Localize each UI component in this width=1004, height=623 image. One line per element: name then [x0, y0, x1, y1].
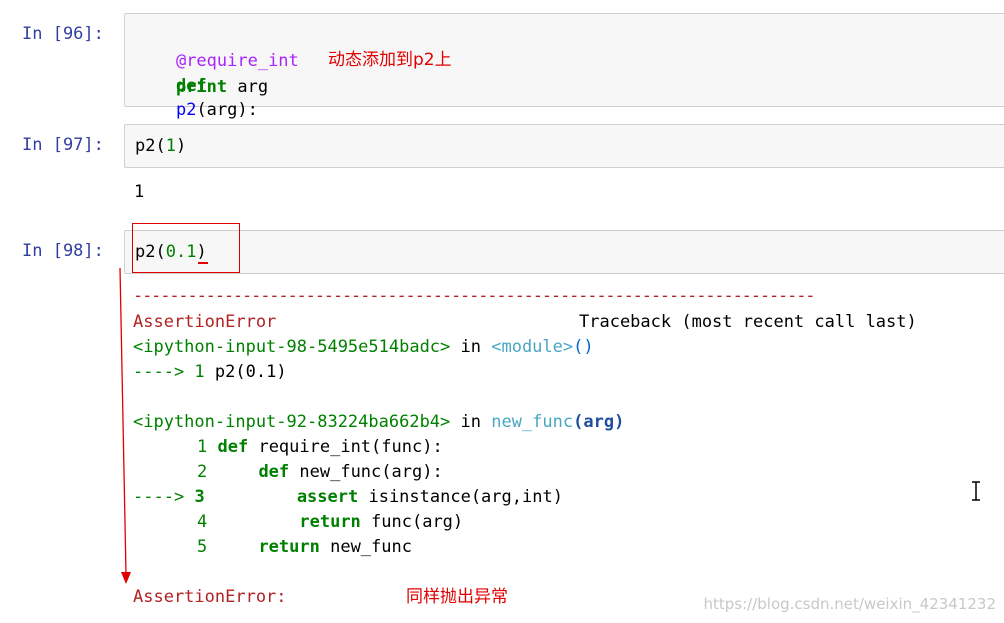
output-97: 1	[134, 182, 145, 202]
frame-2-line-5: 5 return new_func	[197, 535, 412, 559]
line-number: 5	[197, 537, 208, 557]
keyword: assert	[296, 487, 359, 507]
traceback-separator: ----------------------------------------…	[133, 286, 816, 306]
frame-2-line-2: 2 def new_func(arg):	[197, 460, 443, 484]
code-line: print arg	[135, 75, 268, 99]
function-args: (arg):	[196, 100, 258, 120]
keyword-print: print	[175, 77, 228, 97]
prompt-cell-98: In [98]:	[22, 241, 104, 261]
line-number: 3	[194, 487, 205, 507]
prompt-cell-97: In [97]:	[22, 135, 104, 155]
code-cell-97[interactable]: p2(1)	[124, 124, 1004, 168]
frame-2-line-1: 1 def require_int(func):	[197, 435, 443, 459]
frame-func: <module>	[491, 337, 574, 357]
code-line: p2(1)	[135, 134, 186, 158]
frame-1-line: ----> 1 p2(0.1)	[133, 360, 287, 384]
i-beam-cursor-icon	[972, 481, 980, 501]
line-code: p2(0.1)	[214, 362, 287, 382]
annotation-arrow-icon	[119, 267, 131, 584]
frame-2: <ipython-input-92-83224ba662b4> in new_f…	[133, 410, 624, 434]
keyword: def	[217, 437, 249, 457]
line-number: 2	[197, 462, 208, 482]
line-number: 4	[197, 512, 208, 532]
call-fn: p2	[135, 136, 156, 156]
frame-1: <ipython-input-98-5495e514badc> in <modu…	[133, 335, 594, 359]
frame-args: (arg)	[573, 412, 625, 432]
frame-source: <ipython-input-98-5495e514badc>	[133, 337, 451, 357]
frame-source: <ipython-input-92-83224ba662b4>	[133, 412, 451, 432]
frame-2-line-4: 4 return func(arg)	[197, 510, 463, 534]
paren-open: (	[155, 136, 166, 156]
function-name: p2	[175, 100, 197, 120]
keyword: return	[299, 512, 361, 532]
code-cell-98[interactable]: p2(0.1)	[124, 230, 1004, 274]
line-number: 1	[184, 362, 215, 382]
error-type: AssertionError	[133, 312, 277, 332]
code-cell-96[interactable]: @require_int def p2(arg): print arg	[124, 13, 1004, 120]
text-cursor-underline	[198, 262, 208, 264]
paren-close: )	[175, 136, 187, 156]
line-code: require_int(func):	[248, 437, 443, 457]
frame-func: new_func	[491, 412, 574, 432]
frame-2-line-3: ----> 3 assert isinstance(arg,int)	[133, 485, 563, 509]
current-line-arrow: ---->	[133, 487, 185, 507]
frame-in: in	[450, 337, 492, 357]
print-arg: arg	[227, 77, 269, 97]
annotation-exception: 同样抛出异常	[406, 587, 508, 607]
keyword: def	[258, 462, 290, 482]
line-code: new_func	[319, 537, 412, 557]
annotation-dynamic-add: 动态添加到p2上	[328, 50, 452, 70]
line-code: isinstance(arg,int)	[358, 487, 563, 507]
prompt-cell-96: In [96]:	[22, 24, 104, 44]
watermark: https://blog.csdn.net/weixin_42341232	[703, 595, 996, 613]
final-error: AssertionError:	[133, 587, 287, 607]
line-code: func(arg)	[360, 512, 464, 532]
frame-in: in	[450, 412, 492, 432]
line-code: new_func(arg):	[289, 462, 443, 482]
frame-args: ()	[573, 337, 594, 357]
current-line-arrow: ---->	[133, 362, 185, 382]
call-arg: 1	[165, 136, 176, 156]
line-number: 1	[197, 437, 208, 457]
highlight-box	[132, 223, 240, 273]
traceback-header: Traceback (most recent call last)	[579, 312, 917, 332]
keyword: return	[258, 537, 320, 557]
